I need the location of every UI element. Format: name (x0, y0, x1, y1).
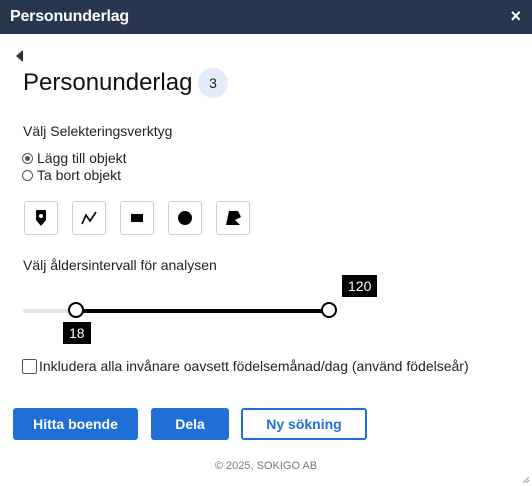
selection-tool-label: Välj Selekteringsverktyg (23, 123, 173, 139)
polygon-icon (226, 211, 241, 225)
radio-button[interactable] (22, 169, 33, 181)
back-arrow-icon[interactable] (16, 50, 23, 62)
window-title: Personunderlag (10, 8, 130, 25)
age-slider-high-handle[interactable] (321, 302, 337, 318)
point-tool-button[interactable] (24, 201, 58, 235)
include-all-residents-checkbox-row[interactable]: Inkludera alla invånare oavsett födelsem… (22, 357, 469, 375)
radio-label: Lägg till objekt (37, 150, 127, 166)
resize-grip-icon[interactable] (520, 474, 530, 484)
pin-icon (36, 210, 46, 226)
polyline-icon (81, 211, 97, 225)
include-all-label: Inkludera alla invånare oavsett födelsem… (39, 358, 469, 374)
count-badge: 3 (198, 68, 228, 98)
include-all-checkbox[interactable] (22, 358, 37, 374)
close-icon[interactable]: × (510, 6, 521, 26)
copyright-footer: © 2025, SOKIGO AB (214, 460, 318, 472)
radio-remove-objects[interactable]: Ta bort objekt (22, 166, 121, 184)
circle-tool-button[interactable] (168, 201, 202, 235)
find-residents-button[interactable]: Hitta boende (13, 408, 138, 440)
radio-add-objects[interactable]: Lägg till objekt (22, 149, 127, 167)
age-slider-selected-range (76, 309, 329, 313)
radio-button[interactable] (22, 152, 33, 164)
page-title: Personunderlag (23, 69, 193, 96)
share-button[interactable]: Dela (151, 408, 229, 440)
rectangle-tool-button[interactable] (120, 201, 154, 235)
circle-icon (178, 211, 192, 225)
age-range-label: Välj åldersintervall för analysen (23, 257, 217, 273)
line-tool-button[interactable] (72, 201, 106, 235)
age-high-value: 120 (342, 275, 378, 297)
radio-label: Ta bort objekt (37, 167, 122, 183)
age-low-value: 18 (63, 322, 91, 344)
rectangle-icon (131, 214, 143, 222)
age-slider-low-handle[interactable] (68, 302, 84, 318)
window-titlebar: Personunderlag × (0, 0, 532, 34)
new-search-button[interactable]: Ny sökning (241, 408, 367, 440)
polygon-tool-button[interactable] (216, 201, 250, 235)
